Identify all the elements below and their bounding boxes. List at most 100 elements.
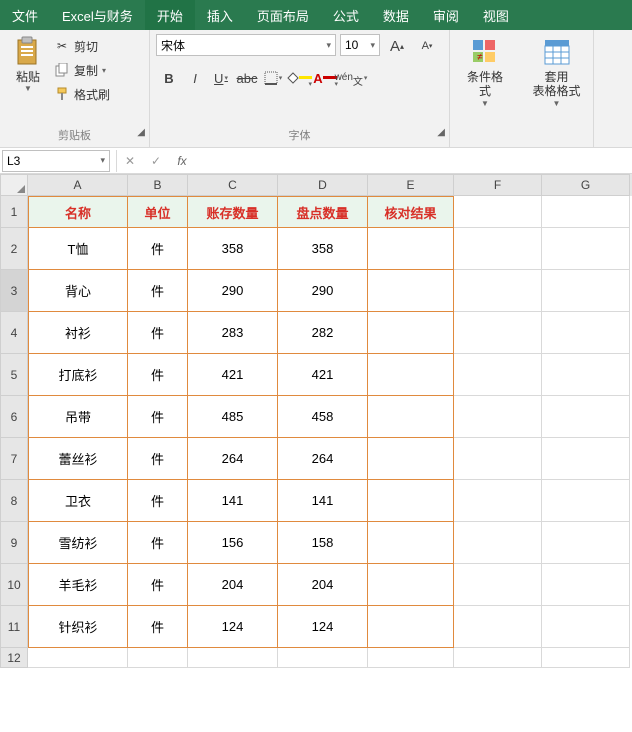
underline-button[interactable]: U▾ xyxy=(208,66,234,90)
copy-button[interactable]: 复制 ▾ xyxy=(50,58,114,82)
cell[interactable] xyxy=(542,480,630,522)
tab-视图[interactable]: 视图 xyxy=(471,0,521,30)
select-all-corner[interactable] xyxy=(0,174,28,196)
cell[interactable] xyxy=(542,196,630,228)
cell[interactable]: 141 xyxy=(278,480,368,522)
cell[interactable] xyxy=(368,396,454,438)
conditional-format-button[interactable]: ≠ 条件格式 ▼ xyxy=(463,34,507,110)
cell[interactable] xyxy=(542,354,630,396)
dialog-launcher-icon[interactable]: ◢ xyxy=(437,127,445,138)
cell[interactable] xyxy=(454,270,542,312)
cell[interactable] xyxy=(368,354,454,396)
cell[interactable]: 件 xyxy=(128,480,188,522)
cell[interactable]: 雪纺衫 xyxy=(28,522,128,564)
cut-button[interactable]: ✂ 剪切 xyxy=(50,34,114,58)
cell[interactable]: 账存数量 xyxy=(188,196,278,228)
cell[interactable]: 件 xyxy=(128,270,188,312)
row-header[interactable]: 4 xyxy=(0,312,28,354)
cell[interactable]: 264 xyxy=(278,438,368,480)
row-header[interactable]: 3 xyxy=(0,270,28,312)
format-painter-button[interactable]: 格式刷 xyxy=(50,82,114,106)
cell[interactable]: 124 xyxy=(278,606,368,648)
font-size-select[interactable]: 10▾ xyxy=(340,34,380,56)
cell[interactable]: 件 xyxy=(128,522,188,564)
cell[interactable] xyxy=(542,270,630,312)
row-header[interactable]: 2 xyxy=(0,228,28,270)
cell[interactable] xyxy=(542,648,630,668)
tab-Excel与财务[interactable]: Excel与财务 xyxy=(50,0,145,30)
cell[interactable]: 核对结果 xyxy=(368,196,454,228)
italic-button[interactable]: I xyxy=(182,66,208,90)
cell[interactable]: 141 xyxy=(188,480,278,522)
cell[interactable] xyxy=(454,354,542,396)
border-button[interactable]: ▾ xyxy=(260,66,286,90)
cell[interactable]: 件 xyxy=(128,396,188,438)
dialog-launcher-icon[interactable]: ◢ xyxy=(137,127,145,138)
cell[interactable]: 盘点数量 xyxy=(278,196,368,228)
cell[interactable] xyxy=(368,648,454,668)
tab-插入[interactable]: 插入 xyxy=(195,0,245,30)
cell[interactable] xyxy=(368,270,454,312)
cell[interactable] xyxy=(368,564,454,606)
cell[interactable]: 针织衫 xyxy=(28,606,128,648)
cell[interactable]: 282 xyxy=(278,312,368,354)
cell[interactable] xyxy=(542,606,630,648)
cell[interactable] xyxy=(128,648,188,668)
cell[interactable]: 358 xyxy=(278,228,368,270)
cell[interactable]: 290 xyxy=(188,270,278,312)
strike-button[interactable]: abc xyxy=(234,66,260,90)
cell[interactable]: 156 xyxy=(188,522,278,564)
cell[interactable]: 124 xyxy=(188,606,278,648)
cell[interactable]: T恤 xyxy=(28,228,128,270)
cell[interactable] xyxy=(542,312,630,354)
cell[interactable]: 290 xyxy=(278,270,368,312)
cell[interactable] xyxy=(368,438,454,480)
cell[interactable] xyxy=(368,606,454,648)
cell[interactable]: 羊毛衫 xyxy=(28,564,128,606)
formula-input[interactable] xyxy=(195,150,632,172)
cell[interactable]: 名称 xyxy=(28,196,128,228)
tab-页面布局[interactable]: 页面布局 xyxy=(245,0,321,30)
cell[interactable] xyxy=(454,312,542,354)
name-box[interactable]: L3▾ xyxy=(2,150,110,172)
cell[interactable] xyxy=(454,438,542,480)
cell[interactable]: 421 xyxy=(188,354,278,396)
row-header[interactable]: 12 xyxy=(0,648,28,668)
cell[interactable] xyxy=(368,480,454,522)
spreadsheet-grid[interactable]: ABCDEFG 1名称单位账存数量盘点数量核对结果2T恤件3583583背心件2… xyxy=(0,174,632,668)
cell[interactable] xyxy=(542,438,630,480)
cell[interactable] xyxy=(454,606,542,648)
cell[interactable] xyxy=(368,312,454,354)
cell[interactable]: 蕾丝衫 xyxy=(28,438,128,480)
cell[interactable]: 件 xyxy=(128,354,188,396)
cell[interactable] xyxy=(28,648,128,668)
cell[interactable] xyxy=(368,522,454,564)
cell[interactable] xyxy=(454,522,542,564)
paste-button[interactable]: 粘贴 ▼ xyxy=(6,34,50,95)
cancel-formula-button[interactable]: ✕ xyxy=(117,154,143,168)
row-header[interactable]: 7 xyxy=(0,438,28,480)
col-header-B[interactable]: B xyxy=(128,174,188,196)
cell[interactable]: 件 xyxy=(128,438,188,480)
row-header[interactable]: 8 xyxy=(0,480,28,522)
row-header[interactable]: 10 xyxy=(0,564,28,606)
cell[interactable]: 358 xyxy=(188,228,278,270)
cell[interactable]: 158 xyxy=(278,522,368,564)
increase-font-button[interactable]: A▴ xyxy=(384,34,410,58)
cell[interactable] xyxy=(188,648,278,668)
cell[interactable] xyxy=(454,228,542,270)
cell[interactable]: 件 xyxy=(128,564,188,606)
cell[interactable] xyxy=(454,196,542,228)
tab-数据[interactable]: 数据 xyxy=(371,0,421,30)
cell[interactable] xyxy=(278,648,368,668)
cell[interactable]: 卫衣 xyxy=(28,480,128,522)
col-header-F[interactable]: F xyxy=(454,174,542,196)
cell[interactable]: 件 xyxy=(128,606,188,648)
cell[interactable]: 吊带 xyxy=(28,396,128,438)
tab-公式[interactable]: 公式 xyxy=(321,0,371,30)
cell[interactable] xyxy=(454,480,542,522)
col-header-E[interactable]: E xyxy=(368,174,454,196)
cell[interactable]: 204 xyxy=(278,564,368,606)
cell[interactable] xyxy=(454,564,542,606)
cell[interactable] xyxy=(368,228,454,270)
